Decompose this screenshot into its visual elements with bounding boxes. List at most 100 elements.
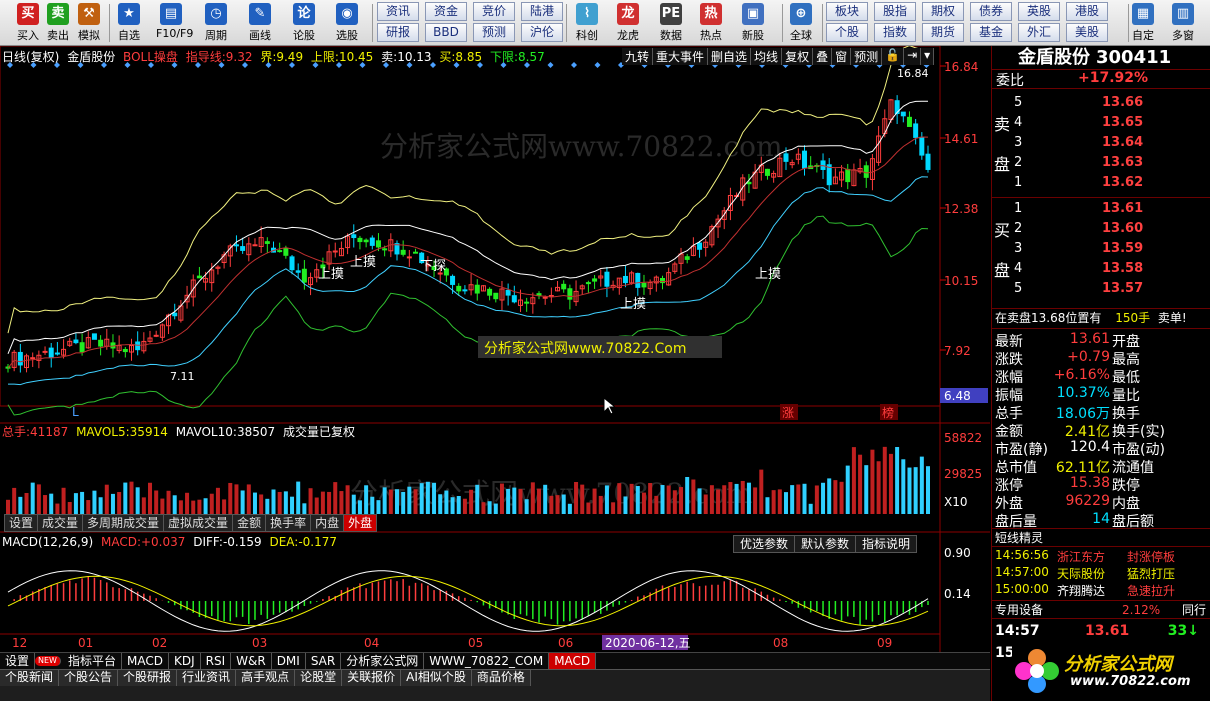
toolbar-btn-1[interactable]: 卖卖出 (43, 2, 73, 44)
volume-tab-5[interactable]: 换手率 (265, 514, 312, 532)
news-tab-4[interactable]: 高手观点 (236, 670, 296, 686)
ask-row-2[interactable]: 3 13.64 (1012, 135, 1210, 155)
volume-tab-3[interactable]: 虚拟成交量 (163, 514, 234, 532)
toolbar-btn-6[interactable]: ✎ 画线 (245, 2, 275, 44)
ask-row-4[interactable]: 1 13.62 (1012, 175, 1210, 195)
short-item-1[interactable]: 14:57:00 天际股份 猛烈打压 (995, 565, 1209, 582)
indicator-tab-8[interactable]: 分析家公式网 (341, 653, 425, 669)
indicator-tab-5[interactable]: W&R (231, 653, 272, 669)
special-label[interactable]: 专用设备 (995, 601, 1043, 619)
chart-tool-9[interactable]: ⇥ (904, 48, 922, 65)
chart-tool-8[interactable]: 🔓 (882, 48, 905, 65)
ask-row-1[interactable]: 4 13.65 (1012, 115, 1210, 135)
chart-tool-1[interactable]: 重大事件 (653, 48, 709, 65)
nav-bottom-3[interactable]: 沪伦 (521, 23, 563, 42)
chart-tool-4[interactable]: 复权 (782, 48, 814, 65)
toolbar-btn-10[interactable]: 龙龙虎 (613, 2, 643, 44)
nav-bottom-8[interactable]: 外汇 (1018, 23, 1060, 42)
indicator-tab-6[interactable]: DMI (272, 653, 306, 669)
macd-option-1[interactable]: 默认参数 (794, 535, 857, 553)
indicator-tab-7[interactable]: SAR (306, 653, 342, 669)
indicator-tab-4[interactable]: RSI (201, 653, 232, 669)
macd-title[interactable]: MACD(12,26,9) (2, 535, 93, 549)
short-title[interactable]: 短线精灵 (992, 529, 1210, 547)
toolbar-btn-3[interactable]: ★ 自选 (114, 2, 144, 44)
macd-option-0[interactable]: 优选参数 (733, 535, 796, 553)
chart-tool-0[interactable]: 九转 (622, 48, 654, 65)
news-tab-0[interactable]: 个股新闻 (0, 670, 60, 686)
macd-option-2[interactable]: 指标说明 (855, 535, 918, 553)
indicator-tab-2[interactable]: MACD (122, 653, 169, 669)
nav-top-7[interactable]: 债券 (970, 2, 1012, 21)
ask-row-3[interactable]: 2 13.63 (1012, 155, 1210, 175)
chart-tool-10[interactable]: ▾ (921, 48, 935, 65)
nav-top-4[interactable]: 板块 (826, 2, 868, 21)
toolbar-btn-9[interactable]: ⌇ 科创 (572, 2, 602, 44)
indicator-tab-3[interactable]: KDJ (169, 653, 201, 669)
volume-tab-6[interactable]: 内盘 (310, 514, 345, 532)
toolbar-btn-16[interactable]: ▥ 多窗 (1168, 2, 1198, 44)
volume-tab-4[interactable]: 金额 (232, 514, 267, 532)
nav-top-1[interactable]: 资金 (425, 2, 467, 21)
toolbar-btn-7[interactable]: 论论股 (289, 2, 319, 44)
nav-top-0[interactable]: 资讯 (377, 2, 419, 21)
chart-tool-3[interactable]: 均线 (751, 48, 783, 65)
volume-tab-0[interactable]: 设置 (4, 514, 39, 532)
nav-bottom-2[interactable]: 预测 (473, 23, 515, 42)
ask-row-0[interactable]: 5 13.66 (1012, 95, 1210, 115)
toolbar-btn-14[interactable]: ⊕ 全球 (786, 2, 816, 44)
toolbar-btn-8[interactable]: ◉ 选股 (332, 2, 362, 44)
period-label[interactable]: 日线(复权) (2, 50, 59, 64)
nav-bottom-9[interactable]: 美股 (1066, 23, 1108, 42)
toolbar-btn-15[interactable]: ▦ 自定 (1128, 2, 1158, 44)
toolbar-btn-13[interactable]: ▣ 新股 (738, 2, 768, 44)
news-tab-2[interactable]: 个股研报 (118, 670, 178, 686)
indicator-tab-9[interactable]: WWW_70822_COM (424, 653, 550, 669)
kline-chart-svg[interactable]: 16.84 14.61 12.38 10.15 7.92 6.48 分析家公式网www.70… (0, 46, 990, 652)
nav-top-5[interactable]: 股指 (874, 2, 916, 21)
bid-row-1[interactable]: 2 13.60 (1012, 221, 1210, 241)
chart-tool-6[interactable]: 窗 (832, 48, 852, 65)
volume-tab-7[interactable]: 外盘 (343, 514, 378, 532)
indicator-tab-10[interactable]: MACD (549, 653, 597, 669)
toolbar-btn-2[interactable]: ⚒ 模拟 (74, 2, 104, 44)
toolbar-btn-4[interactable]: ▤ F10/F9 (156, 2, 193, 44)
toolbar-btn-0[interactable]: 买买入 (13, 2, 43, 44)
bid-row-3[interactable]: 4 13.58 (1012, 261, 1210, 281)
nav-bottom-5[interactable]: 指数 (874, 23, 916, 42)
bid-row-4[interactable]: 5 13.57 (1012, 281, 1210, 301)
nav-top-9[interactable]: 港股 (1066, 2, 1108, 21)
news-tab-3[interactable]: 行业资讯 (177, 670, 237, 686)
indicator-name[interactable]: BOLL操盘 (123, 50, 178, 64)
news-tab-6[interactable]: 关联报价 (342, 670, 402, 686)
kline-chart-panel[interactable]: 16.84 14.61 12.38 10.15 7.92 6.48 分析家公式网www.70… (0, 46, 990, 668)
chart-tool-2[interactable]: 删自选 (708, 48, 752, 65)
news-tab-7[interactable]: AI相似个股 (401, 670, 472, 686)
nav-top-2[interactable]: 竞价 (473, 2, 515, 21)
bid-row-2[interactable]: 3 13.59 (1012, 241, 1210, 261)
special-tab[interactable]: 同行 (1182, 601, 1206, 619)
nav-bottom-1[interactable]: BBD (425, 23, 467, 42)
chart-tool-5[interactable]: 叠 (813, 48, 833, 65)
news-tab-8[interactable]: 商品价格 (471, 670, 531, 686)
indicator-tab-1[interactable]: 指标平台 (63, 653, 122, 669)
nav-top-6[interactable]: 期权 (922, 2, 964, 21)
volume-tab-1[interactable]: 成交量 (37, 514, 84, 532)
nav-bottom-0[interactable]: 研报 (377, 23, 419, 42)
short-item-0[interactable]: 14:56:56 浙江东方 封涨停板 (995, 548, 1209, 565)
toolbar-btn-11[interactable]: PE 数据 (656, 2, 686, 44)
chart-tool-7[interactable]: 预测 (851, 48, 883, 65)
toolbar-btn-12[interactable]: 热热点 (696, 2, 726, 44)
nav-top-8[interactable]: 英股 (1018, 2, 1060, 21)
short-item-2[interactable]: 15:00:00 齐翔腾达 急速拉升 (995, 582, 1209, 599)
bid-row-0[interactable]: 1 13.61 (1012, 201, 1210, 221)
nav-bottom-7[interactable]: 基金 (970, 23, 1012, 42)
nav-top-3[interactable]: 陆港 (521, 2, 563, 21)
nav-bottom-4[interactable]: 个股 (826, 23, 868, 42)
news-tab-5[interactable]: 论股堂 (295, 670, 343, 686)
news-tab-1[interactable]: 个股公告 (59, 670, 119, 686)
toolbar-btn-5[interactable]: ◷ 周期 (201, 2, 231, 44)
nav-bottom-6[interactable]: 期货 (922, 23, 964, 42)
indicator-tab-0[interactable]: 设置 (0, 653, 36, 669)
volume-tab-2[interactable]: 多周期成交量 (82, 514, 165, 532)
